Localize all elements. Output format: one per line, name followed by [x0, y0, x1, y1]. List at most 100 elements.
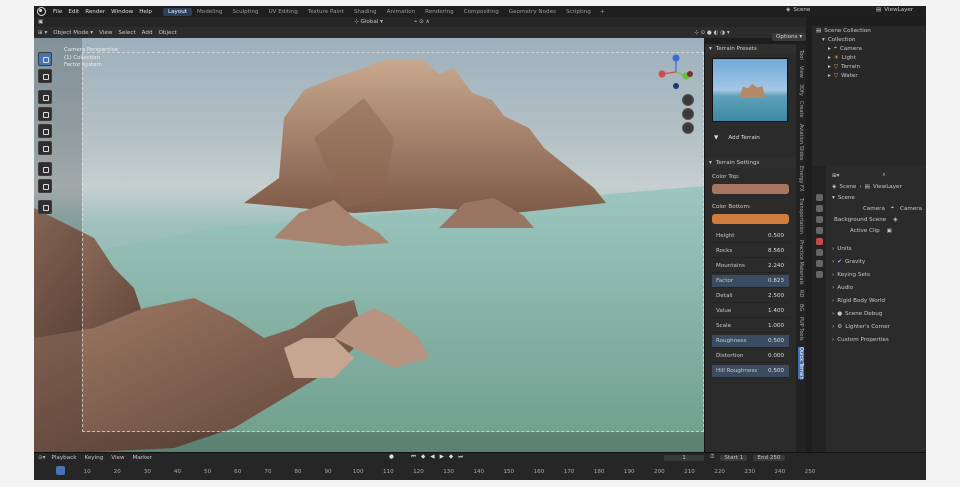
terrain-preview-thumbnail[interactable]	[712, 58, 788, 122]
view-layer-tab-icon[interactable]	[815, 227, 823, 234]
record-icon[interactable]: ●	[389, 454, 394, 461]
timeline-menu-view[interactable]: View	[111, 455, 124, 461]
3d-viewport[interactable]: Camera Perspective (1) Collection Factor…	[34, 38, 704, 452]
menu-edit[interactable]: Edit	[65, 9, 82, 15]
next-keyframe-icon[interactable]: ◆	[449, 454, 453, 461]
outliner-item-light[interactable]: ▸ ☀ Light	[812, 53, 926, 62]
viewport-menu-view[interactable]: View	[99, 30, 112, 36]
current-frame-field[interactable]: 1	[664, 454, 704, 461]
sidebar-tab-pup-tools[interactable]: PUP Tools	[798, 317, 804, 341]
editor-type-button[interactable]: ⊞ ▾	[38, 30, 47, 36]
tab-sculpting[interactable]: Sculpting	[227, 8, 263, 16]
outliner-item-terrain[interactable]: ▸ ▽ Terrain	[812, 62, 926, 71]
setting-mountains[interactable]: Mountains 2.240	[712, 260, 789, 273]
setting-roughness[interactable]: Roughness 0.500	[712, 335, 789, 348]
sidebar-tab-energy-fx[interactable]: Energy FX	[798, 166, 804, 191]
playhead[interactable]	[56, 466, 65, 475]
cursor-icon[interactable]	[38, 69, 52, 83]
tool-tab-icon[interactable]	[815, 194, 823, 201]
zoom-icon[interactable]	[682, 94, 694, 106]
outliner-item-water[interactable]: ▸ ▽ Water	[812, 71, 926, 80]
panel-gravity[interactable]: › ✔ Gravity	[828, 255, 926, 268]
select-box-icon[interactable]	[38, 52, 52, 66]
camera-view-icon[interactable]	[682, 122, 694, 134]
sidebar-tab-create[interactable]: Create	[798, 101, 804, 118]
tab-layout[interactable]: Layout	[162, 7, 192, 16]
end-frame-field[interactable]: End 250	[753, 454, 785, 461]
tab-texture-paint[interactable]: Texture Paint	[303, 8, 349, 16]
timeline-menu-playback[interactable]: Playback	[52, 455, 77, 461]
outliner-root[interactable]: ▤ Scene Collection	[812, 26, 926, 35]
pan-icon[interactable]	[682, 108, 694, 120]
menu-render[interactable]: Render	[82, 9, 108, 15]
panel-custom-properties[interactable]: › Custom Properties	[828, 333, 926, 346]
viewport-menu-object[interactable]: Object	[159, 30, 177, 36]
view-layer-selector[interactable]: ▤ ViewLayer	[876, 7, 913, 13]
panel-rigid-body-world[interactable]: › Rigid Body World	[828, 294, 926, 307]
sidebar-tab-bg[interactable]: BG	[798, 304, 804, 311]
rotate-icon[interactable]	[38, 107, 52, 121]
play-icon[interactable]: ▶	[440, 454, 444, 461]
scene-selector[interactable]: ◈ Scene	[786, 7, 810, 13]
setting-scale[interactable]: Scale 1.000	[712, 320, 789, 333]
search-icon[interactable]: ⌕	[883, 172, 886, 179]
editor-type-icon[interactable]: ⊙▾	[38, 455, 46, 461]
collection-tab-icon[interactable]	[815, 271, 823, 278]
setting-distortion[interactable]: Distortion 0.000	[712, 350, 789, 363]
setting-height[interactable]: Height 0.500	[712, 230, 789, 243]
color-bottom-swatch[interactable]	[712, 214, 789, 224]
setting-rocks[interactable]: Rocks 8.560	[712, 245, 789, 258]
camera-field[interactable]: Camera ⌖ Camera	[828, 203, 926, 214]
add-workspace-button[interactable]: +	[596, 9, 609, 15]
navigation-gizmo[interactable]	[656, 52, 696, 92]
transform-orientation[interactable]: ⊹ Global ▾	[354, 19, 383, 25]
active-clip-field[interactable]: Active Clip ▣	[828, 225, 926, 236]
sidebar-tab-rd[interactable]: RD	[798, 290, 804, 297]
panel-units[interactable]: › Units	[828, 242, 926, 255]
tab-rendering[interactable]: Rendering	[420, 8, 459, 16]
move-icon[interactable]	[38, 90, 52, 104]
terrain-presets-header[interactable]: ▾ Terrain Presets	[705, 44, 796, 54]
output-tab-icon[interactable]	[815, 216, 823, 223]
measure-icon[interactable]	[38, 179, 52, 193]
shading-buttons[interactable]: ⊹ ⊙ ● ◐ ◑ ▾	[694, 30, 730, 36]
panel-scene-debug[interactable]: › ● Scene Debug	[828, 307, 926, 320]
tab-animation[interactable]: Animation	[382, 8, 421, 16]
viewport-menu-add[interactable]: Add	[142, 30, 153, 36]
sidebar-tab-practice-materials[interactable]: Practice Materials	[798, 240, 804, 284]
render-tab-icon[interactable]	[815, 205, 823, 212]
menu-window[interactable]: Window	[108, 9, 136, 15]
tab-scripting[interactable]: Scripting	[561, 8, 596, 16]
prev-keyframe-icon[interactable]: ◆	[421, 454, 425, 461]
annotate-icon[interactable]	[38, 162, 52, 176]
sidebar-tab-transportation[interactable]: Transportation	[798, 198, 804, 234]
viewport-menu-select[interactable]: Select	[118, 30, 135, 36]
start-frame-field[interactable]: Start 1	[720, 454, 748, 461]
panel-keying-sets[interactable]: › Keying Sets	[828, 268, 926, 281]
sidebar-tab-quick-terrain[interactable]: Quick Terrain	[798, 346, 804, 380]
blender-logo-icon[interactable]	[37, 7, 46, 16]
play-reverse-icon[interactable]: ◀	[430, 454, 434, 461]
editor-type-icon[interactable]: ⊞▾	[832, 173, 840, 179]
tab-shading[interactable]: Shading	[349, 8, 382, 16]
setting-factor[interactable]: Factor 0.823	[712, 275, 789, 288]
snap-icon[interactable]: ⌁ ⊙ ∧	[414, 19, 430, 25]
tab-uv-editing[interactable]: UV Editing	[264, 8, 303, 16]
menu-file[interactable]: File	[50, 9, 65, 15]
mode-select[interactable]: Object Mode ▾	[53, 30, 93, 36]
jump-start-icon[interactable]: ⏮	[411, 454, 416, 461]
color-top-swatch[interactable]	[712, 184, 789, 194]
options-button[interactable]: Options ▾	[772, 33, 807, 41]
checkbox-icon[interactable]: ✔	[837, 259, 842, 265]
add-cube-icon[interactable]	[38, 200, 52, 214]
panel-lighter-s-corner[interactable]: › ⚙ Lighter's Corner	[828, 320, 926, 333]
timeline-menu-keying[interactable]: Keying	[84, 455, 103, 461]
tab-modeling[interactable]: Modeling	[192, 8, 227, 16]
timeline-menu-marker[interactable]: Marker	[133, 455, 152, 461]
world-tab-icon[interactable]	[815, 249, 823, 256]
setting-detail[interactable]: Detail 2.500	[712, 290, 789, 303]
setting-hill-roughness[interactable]: Hill Roughness 0.500	[712, 365, 789, 378]
sidebar-tab-aviation-slides[interactable]: Aviation Slides	[798, 124, 804, 161]
scene-section-header[interactable]: ▾ Scene	[828, 192, 926, 203]
menu-help[interactable]: Help	[136, 9, 155, 15]
